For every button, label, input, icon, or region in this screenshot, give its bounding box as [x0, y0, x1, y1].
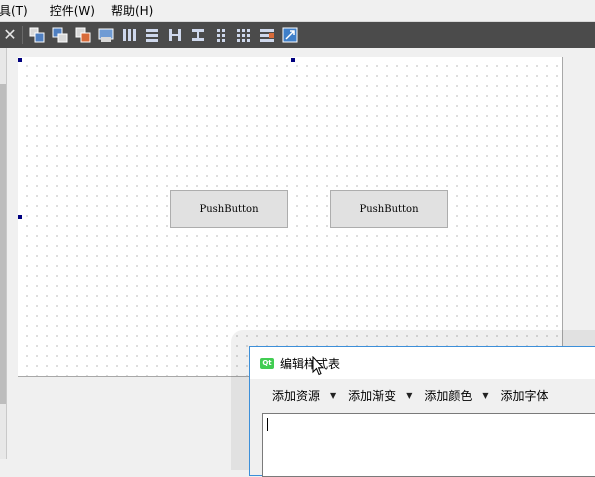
- form-canvas[interactable]: PushButton PushButton: [18, 57, 563, 377]
- layout-toolbar: ✕: [0, 22, 595, 48]
- layout-grid-icon[interactable]: [96, 25, 116, 45]
- push-button-1[interactable]: PushButton: [170, 190, 288, 228]
- add-gradient-label: 添加渐变: [348, 388, 397, 403]
- menu-help[interactable]: 帮助(H): [111, 2, 161, 19]
- left-dock-panel: [0, 48, 7, 459]
- close-icon[interactable]: ✕: [0, 22, 20, 48]
- add-color-label: 添加颜色: [424, 388, 473, 403]
- columns-icon[interactable]: [119, 25, 139, 45]
- adjust-size-icon[interactable]: [280, 25, 300, 45]
- dropdown-arrow-icon[interactable]: ▼: [406, 391, 412, 400]
- qt-logo-icon: Qt: [260, 357, 274, 369]
- stylesheet-text-edit[interactable]: [262, 413, 595, 477]
- dialog-titlebar[interactable]: Qt 编辑样式表: [250, 347, 595, 379]
- push-button-2[interactable]: PushButton: [330, 190, 448, 228]
- layout-horizontal-icon[interactable]: [27, 25, 47, 45]
- rows-icon[interactable]: [142, 25, 162, 45]
- horizontal-spacer-icon[interactable]: [165, 25, 185, 45]
- add-font-button[interactable]: 添加字体: [501, 387, 549, 404]
- selection-handle[interactable]: [18, 215, 22, 219]
- add-resource-label: 添加资源: [272, 388, 321, 403]
- add-gradient-button[interactable]: 添加渐变 ▼: [348, 387, 412, 404]
- text-caret: [267, 418, 268, 431]
- toolbar-separator: [22, 26, 23, 44]
- vertical-spacer-icon[interactable]: [188, 25, 208, 45]
- layout-splitter-icon[interactable]: [73, 25, 93, 45]
- menu-tools[interactable]: 具(T): [0, 2, 50, 19]
- grid-dots-icon[interactable]: [211, 25, 231, 45]
- add-font-label: 添加字体: [500, 388, 549, 403]
- add-resource-button[interactable]: 添加资源 ▼: [272, 387, 336, 404]
- dropdown-arrow-icon[interactable]: ▼: [482, 391, 488, 400]
- menu-widgets[interactable]: 控件(W): [50, 2, 111, 19]
- left-panel-scroll-strip[interactable]: [0, 84, 6, 404]
- mouse-cursor-icon: [312, 355, 325, 379]
- break-layout-icon[interactable]: [257, 25, 277, 45]
- selection-handle[interactable]: [18, 58, 22, 62]
- dialog-title: 编辑样式表: [280, 356, 341, 371]
- edit-stylesheet-dialog: Qt 编辑样式表 添加资源 ▼ 添加渐变 ▼ 添加颜色 ▼ 添加字体: [249, 346, 595, 477]
- selection-handle[interactable]: [291, 58, 295, 62]
- layout-vertical-icon[interactable]: [50, 25, 70, 45]
- add-color-button[interactable]: 添加颜色 ▼: [424, 387, 488, 404]
- menu-bar: 具(T) 控件(W) 帮助(H): [0, 0, 595, 22]
- dropdown-arrow-icon[interactable]: ▼: [330, 391, 336, 400]
- form-layout-icon[interactable]: [234, 25, 254, 45]
- dialog-toolbar: 添加资源 ▼ 添加渐变 ▼ 添加颜色 ▼ 添加字体: [250, 379, 595, 411]
